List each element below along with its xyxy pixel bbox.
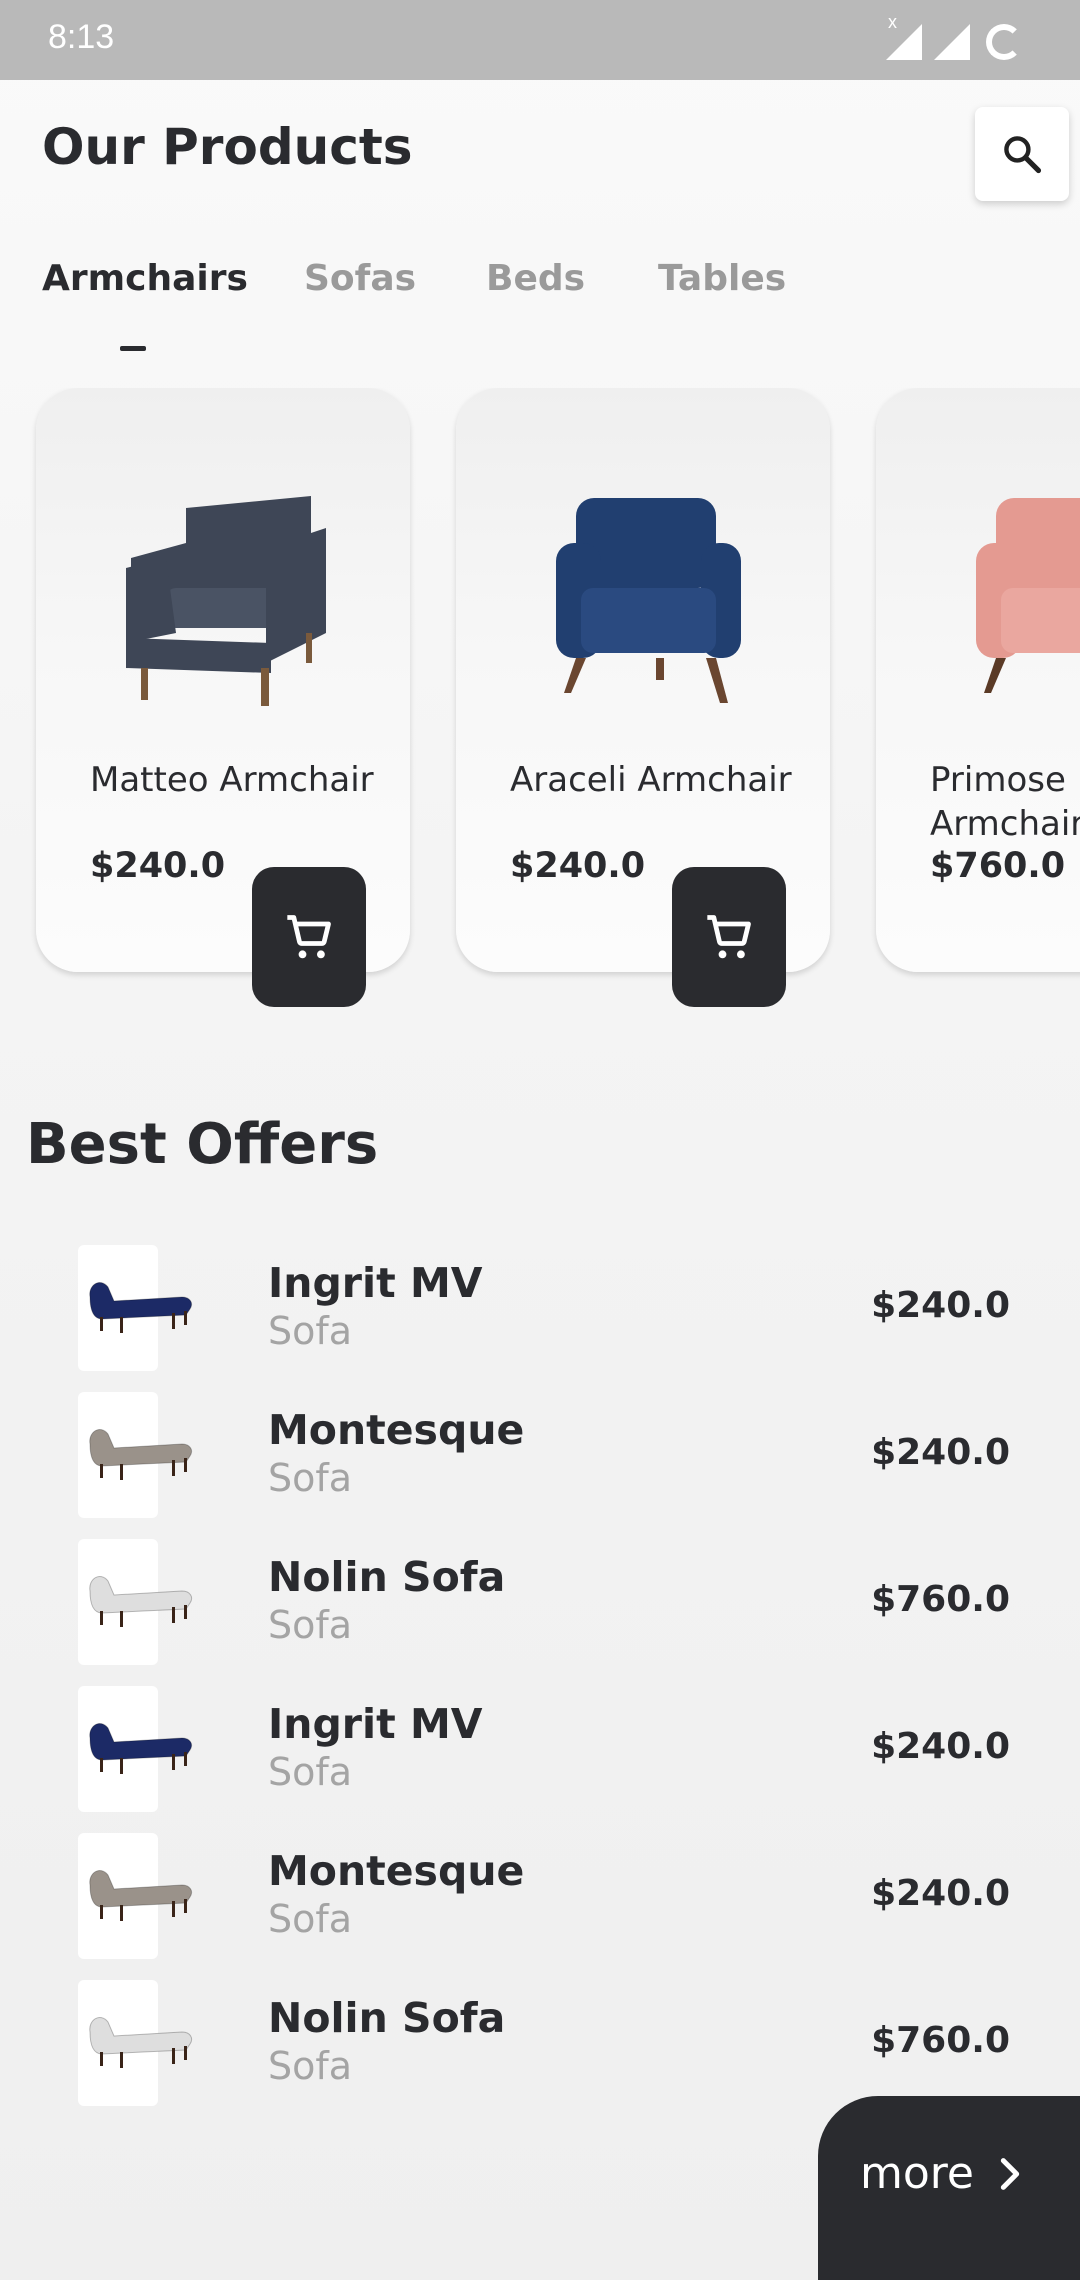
battery-loading-icon [986,24,1022,60]
offer-price: $240.0 [871,1432,1010,1473]
offer-name: Nolin Sofa [268,1553,506,1601]
armchair-image [126,496,326,706]
tab-sofas[interactable]: Sofas [304,258,416,299]
offer-type: Sofa [268,2044,353,2088]
offer-price: $240.0 [871,1285,1010,1326]
offer-price: $760.0 [871,2020,1010,2061]
product-carousel[interactable]: Matteo Armchair $240.0 Araceli Armchair … [0,388,1080,1028]
armchair-image [976,498,1080,693]
offer-thumbnail [78,1392,193,1518]
offer-row[interactable]: Ingrit MV Sofa $240.0 [78,1686,1018,1812]
offer-type: Sofa [268,1456,353,1500]
tab-armchairs[interactable]: Armchairs [42,258,248,299]
offer-name: Montesque [268,1406,525,1454]
offer-type: Sofa [268,1603,353,1647]
product-price: $240.0 [90,846,226,886]
offer-price: $240.0 [871,1726,1010,1767]
tab-tables[interactable]: Tables [658,258,786,299]
add-to-cart-button[interactable] [252,867,366,1007]
signal-icon-2 [934,24,970,60]
product-card[interactable]: Matteo Armchair $240.0 [36,388,410,1007]
cart-icon [287,915,331,959]
chaise-sofa-image [89,2017,193,2068]
chaise-sofa-image [89,1282,193,1333]
product-name: Araceli Armchair [510,760,792,800]
offer-thumbnail [78,1539,193,1665]
offer-name: Ingrit MV [268,1259,483,1307]
offer-thumbnail [78,1833,193,1959]
product-price: $760.0 [930,846,1066,886]
status-bar: 8:13 x [0,0,1080,80]
offer-price: $760.0 [871,1579,1010,1620]
active-tab-indicator [120,346,146,351]
offer-row[interactable]: Montesque Sofa $240.0 [78,1392,1018,1518]
status-time: 8:13 [48,18,115,56]
best-offers-title: Best Offers [26,1112,379,1177]
offer-row[interactable]: Nolin Sofa Sofa $760.0 [78,1980,1018,2106]
category-tabs: Armchairs Sofas Beds Tables [42,258,1042,358]
chevron-right-icon [1000,2158,1020,2190]
page-title: Our Products [42,118,413,176]
offer-name: Montesque [268,1847,525,1895]
chaise-sofa-image [89,1870,193,1921]
offer-type: Sofa [268,1750,353,1794]
no-data-indicator: x [888,12,897,32]
offer-name: Nolin Sofa [268,1994,506,2042]
cart-icon [707,915,751,959]
status-icons: x [886,12,1036,62]
product-name: Matteo Armchair [90,760,374,800]
offer-thumbnail [78,1686,193,1812]
chaise-sofa-image [89,1429,193,1480]
more-label: more [860,2148,974,2199]
offer-name: Ingrit MV [268,1700,483,1748]
offer-row[interactable]: Montesque Sofa $240.0 [78,1833,1018,1959]
product-card[interactable]: Araceli Armchair $240.0 [456,388,830,1007]
offer-thumbnail [78,1245,193,1371]
offer-row[interactable]: Nolin Sofa Sofa $760.0 [78,1539,1018,1665]
armchair-image [556,498,741,703]
offer-price: $240.0 [871,1873,1010,1914]
tab-beds[interactable]: Beds [486,258,585,299]
more-button[interactable]: more [818,2096,1080,2280]
offer-type: Sofa [268,1309,353,1353]
chaise-sofa-image [89,1576,193,1627]
offer-type: Sofa [268,1897,353,1941]
add-to-cart-button[interactable] [672,867,786,1007]
product-name: Primose Armchair [930,760,1080,844]
product-card[interactable]: Primose Armchair $760.0 [876,388,1080,972]
search-button[interactable] [975,107,1069,201]
offer-row[interactable]: Ingrit MV Sofa $240.0 [78,1245,1018,1371]
offer-thumbnail [78,1980,193,2106]
product-price: $240.0 [510,846,646,886]
chaise-sofa-image [89,1723,193,1774]
search-icon [1004,136,1042,174]
